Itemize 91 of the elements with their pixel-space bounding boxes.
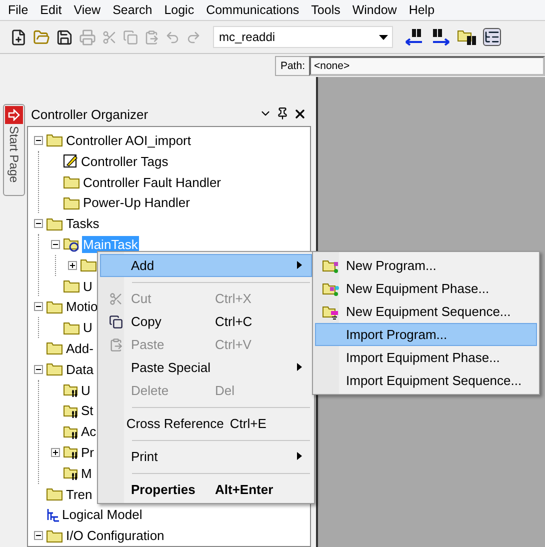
menu-option[interactable]: Paste Special xyxy=(100,356,312,379)
menu-item[interactable]: Help xyxy=(402,3,441,18)
folder-icon xyxy=(46,487,64,501)
open-folder-icon[interactable] xyxy=(33,28,50,46)
search-combo[interactable]: mc_readdi xyxy=(213,26,393,48)
folder-icon xyxy=(46,216,64,231)
menu-item[interactable]: Window xyxy=(346,3,403,18)
folder-icon xyxy=(322,258,340,274)
tree-item[interactable]: Tasks xyxy=(65,215,100,232)
menu-item[interactable]: File xyxy=(2,3,34,18)
menu-item[interactable]: Edit xyxy=(34,3,68,18)
folder-icon xyxy=(63,465,79,482)
folder-icon xyxy=(63,382,79,398)
folder-icon xyxy=(322,304,340,320)
expand-toggle[interactable] xyxy=(68,260,77,270)
menu-option[interactable]: Import Equipment Phase... xyxy=(315,346,537,369)
close-icon[interactable] xyxy=(293,107,307,122)
collapse-toggle[interactable] xyxy=(34,219,43,228)
tree-item[interactable]: Motio xyxy=(65,298,99,316)
menu-option[interactable]: New Program... xyxy=(315,254,537,277)
tree-item[interactable]: Pr xyxy=(80,444,95,461)
tag-editor-icon xyxy=(63,154,79,168)
start-page-tab[interactable]: Start Page xyxy=(3,104,25,196)
tree-item[interactable]: Data xyxy=(65,360,94,378)
collapse-toggle[interactable] xyxy=(34,302,43,312)
menu-item[interactable]: Communications xyxy=(200,3,306,18)
folder-icon xyxy=(63,196,81,210)
tree-item[interactable]: Controller Tags xyxy=(80,152,170,170)
menu-option[interactable]: Import Program... xyxy=(315,323,537,346)
folder-icon xyxy=(46,362,64,376)
plus-icon xyxy=(69,262,76,269)
dropdown-arrow-icon xyxy=(379,34,388,40)
tree-item[interactable]: Add- xyxy=(65,340,94,357)
pin-icon[interactable] xyxy=(276,107,289,120)
plus-icon xyxy=(52,448,59,456)
hierarchy-icon xyxy=(46,508,60,522)
menu-option[interactable]: Properties Alt+Enter xyxy=(100,478,312,501)
tree-item[interactable]: St xyxy=(80,402,94,420)
folder-icon xyxy=(63,444,79,460)
menu-item[interactable]: Search xyxy=(106,3,158,18)
cut-icon xyxy=(109,292,123,306)
menu-item[interactable]: View xyxy=(68,3,107,18)
tree-item[interactable]: Logical Model xyxy=(61,506,144,524)
folder-icon xyxy=(46,341,64,356)
menu-option[interactable]: Copy Ctrl+C xyxy=(100,310,312,333)
folder-icon xyxy=(63,424,79,440)
folder-icon xyxy=(80,258,98,272)
tree-item[interactable]: U xyxy=(82,278,94,295)
tree-item[interactable]: M xyxy=(80,464,93,482)
new-file-icon[interactable] xyxy=(10,28,27,46)
folder-icon xyxy=(63,175,81,190)
folder-icon xyxy=(46,133,64,148)
tree-view-icon[interactable] xyxy=(483,28,501,46)
menu-item[interactable]: Logic xyxy=(158,3,200,18)
menu-option[interactable]: Print xyxy=(100,445,312,468)
tree-item[interactable]: Power-Up Handler xyxy=(82,194,191,212)
collapse-toggle[interactable] xyxy=(34,531,43,540)
tree-item[interactable]: U xyxy=(82,319,94,336)
path-label: Path: xyxy=(275,56,309,76)
find-next-icon[interactable] xyxy=(431,28,451,46)
collapse-toggle[interactable] xyxy=(34,364,43,374)
panel-title: Controller Organizer xyxy=(31,106,148,122)
menu-option[interactable]: Add xyxy=(100,254,312,277)
arrow-right-icon xyxy=(5,106,23,124)
folder-icon xyxy=(322,280,340,296)
folder-icon xyxy=(63,279,81,294)
tree-item[interactable]: I/O Configuration xyxy=(65,527,166,544)
folder-icon xyxy=(63,402,79,419)
folder-icon xyxy=(63,320,81,335)
collapse-toggle[interactable] xyxy=(51,240,60,249)
find-previous-icon[interactable] xyxy=(405,28,425,46)
collapse-toggle[interactable] xyxy=(34,136,43,145)
find-folder-icon[interactable] xyxy=(457,28,477,46)
menu-item[interactable]: Tools xyxy=(305,3,346,18)
save-icon[interactable] xyxy=(56,28,73,46)
menu-option[interactable]: New Equipment Sequence... xyxy=(315,300,537,323)
expand-toggle[interactable] xyxy=(51,448,60,457)
tree-item[interactable]: Controller AOI_import xyxy=(65,132,192,149)
tree-item[interactable]: Ac xyxy=(80,423,98,440)
path-field: <none> xyxy=(309,56,545,76)
menu-option[interactable]: Import Equipment Sequence... xyxy=(315,369,537,392)
menu-option[interactable]: New Equipment Phase... xyxy=(315,277,537,300)
tree-item[interactable]: Controller Fault Handler xyxy=(82,174,222,191)
folder-icon xyxy=(46,300,64,314)
folder-icon xyxy=(63,236,81,252)
tree-item[interactable]: U xyxy=(80,382,92,399)
menu-option[interactable]: Cross Reference Ctrl+E xyxy=(100,412,312,435)
paste-icon xyxy=(109,338,123,352)
copy-icon xyxy=(109,314,123,328)
folder-icon xyxy=(46,528,64,543)
tree-item[interactable]: Tren xyxy=(65,486,94,502)
